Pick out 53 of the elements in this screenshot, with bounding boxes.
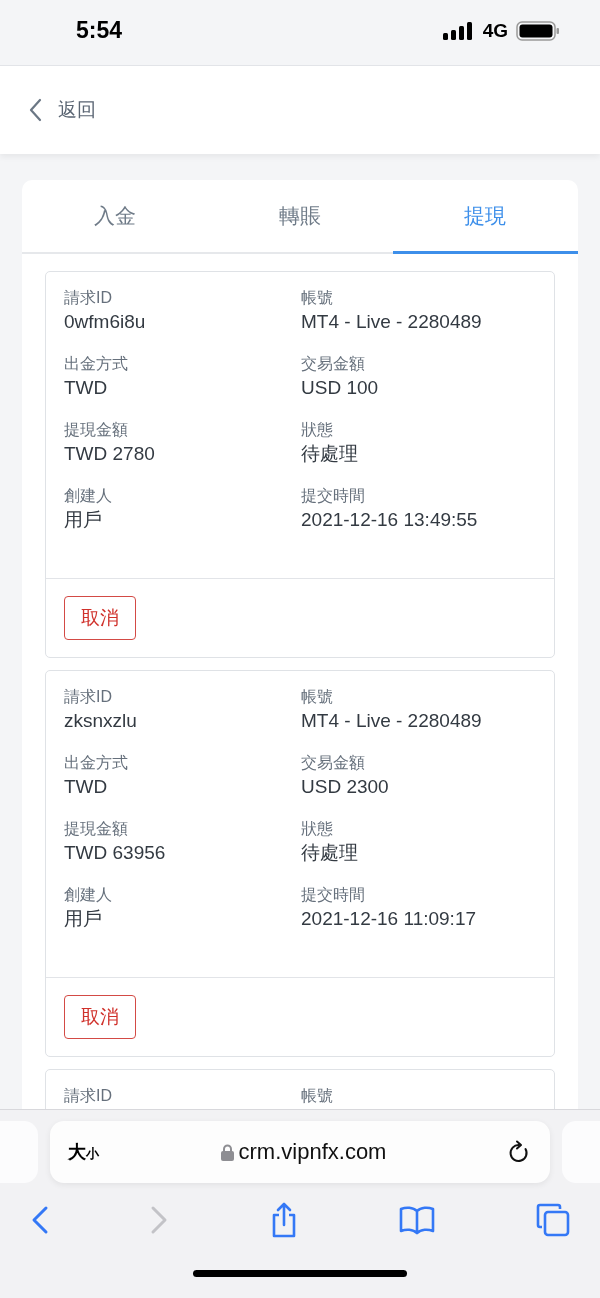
reload-icon[interactable]	[508, 1140, 530, 1164]
field-label: 狀態	[301, 420, 334, 439]
field-label: 請求ID	[64, 687, 113, 706]
tabs-icon[interactable]	[536, 1203, 570, 1237]
tab[interactable]: 入金	[22, 180, 208, 254]
field-value: USD 2300	[301, 776, 390, 798]
back-link[interactable]: 返回	[28, 97, 96, 123]
field-label: 帳號	[301, 687, 334, 706]
cancel-button[interactable]: 取消	[64, 596, 136, 640]
field-value: 待處理	[301, 443, 359, 465]
field-label: 創建人	[64, 486, 113, 505]
field-label: 狀態	[301, 819, 334, 838]
field-value: TWD	[64, 377, 109, 399]
field-label: 提現金額	[64, 819, 129, 838]
field-value: TWD 2780	[64, 443, 156, 465]
field-label: 帳號	[301, 1086, 334, 1105]
back-icon[interactable]	[31, 1205, 49, 1235]
field-value: MT4 - Live - 2280489	[301, 710, 483, 732]
field-label: 提現金額	[64, 420, 129, 439]
field-label: 提交時間	[301, 486, 366, 505]
field-label: 交易金額	[301, 354, 366, 373]
field-value: TWD 63956	[64, 842, 167, 864]
tab[interactable]: 轉賬	[207, 180, 393, 254]
field-label: 交易金額	[301, 753, 366, 772]
field-value: USD 100	[301, 377, 380, 399]
network-label: 4G	[482, 19, 508, 42]
signal-icon	[442, 21, 475, 40]
cancel-button[interactable]: 取消	[64, 995, 136, 1039]
tab[interactable]: 提現	[392, 180, 578, 254]
chevron-left-icon	[28, 98, 42, 122]
text-size-button[interactable]: 大小	[68, 1140, 99, 1164]
field-value: zksnxzlu	[64, 710, 138, 732]
field-value: 用戶	[64, 509, 103, 531]
battery-icon	[516, 20, 560, 41]
status-time: 5:54	[76, 17, 123, 45]
field-label: 出金方式	[64, 354, 129, 373]
field-value: 0wfm6i8u	[64, 311, 147, 333]
url-text: crm.vipnfx.com	[238, 1139, 387, 1165]
lock-icon	[220, 1143, 234, 1161]
field-label: 請求ID	[64, 1086, 113, 1105]
field-label: 創建人	[64, 885, 113, 904]
field-value: TWD	[64, 776, 109, 798]
field-label: 出金方式	[64, 753, 129, 772]
field-value: MT4 - Live - 2280489	[301, 311, 483, 333]
address-bar[interactable]: 大小 crm.vipnfx.com	[50, 1121, 550, 1183]
book-icon[interactable]	[399, 1205, 436, 1235]
field-value: 用戶	[64, 908, 103, 930]
field-label: 提交時間	[301, 885, 366, 904]
field-value: 2021-12-16 11:09:17	[301, 908, 478, 930]
field-value: 待處理	[301, 842, 359, 864]
field-label: 請求ID	[64, 288, 113, 307]
field-value: 2021-12-16 13:49:55	[301, 509, 479, 531]
field-label: 帳號	[301, 288, 334, 307]
